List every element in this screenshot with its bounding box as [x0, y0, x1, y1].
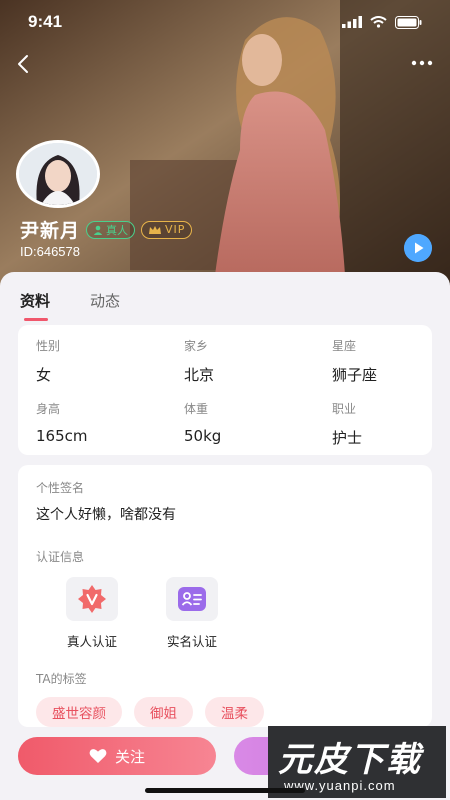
info-label: 性别: [36, 339, 61, 353]
home-indicator: [145, 788, 305, 793]
info-weight: 体重 50kg: [184, 400, 332, 463]
real-person-verified-icon: [78, 585, 106, 613]
info-value: 女: [36, 366, 52, 384]
verification-label: 真人认证: [66, 634, 117, 649]
info-value: 护士: [332, 429, 363, 447]
profile-hero: 9:41 尹新月 真人 VIP ID:646578: [0, 0, 450, 300]
tab-moments[interactable]: 动态: [90, 290, 120, 311]
basic-info-card: 性别 女 家乡 北京 星座 狮子座 身高 165cm 体重 50kg 职业 护士: [18, 325, 432, 455]
back-icon[interactable]: [12, 52, 36, 76]
verification-real-name[interactable]: 实名认证: [162, 577, 222, 650]
info-value: 165cm: [36, 427, 88, 445]
tag-chip[interactable]: 温柔: [205, 697, 264, 727]
tab-moments-label: 动态: [90, 292, 121, 310]
watermark-title: 元皮下载: [278, 740, 422, 780]
signal-icon: [342, 16, 362, 28]
verification-list: 真人认证 实名认证: [36, 577, 414, 650]
profile-sheet: 资料 动态 性别 女 家乡 北京 星座 狮子座 身高 165cm 体重 50kg…: [0, 272, 450, 800]
tag-chip[interactable]: 御姐: [134, 697, 193, 727]
real-person-badge-label: 真人: [106, 223, 129, 237]
tags-title: TA的标签: [36, 672, 87, 686]
info-label: 职业: [332, 402, 357, 416]
id-card-icon: [178, 587, 206, 611]
info-label: 星座: [332, 339, 357, 353]
info-gender: 性别 女: [36, 337, 184, 400]
profile-name-row: 尹新月 真人 VIP: [20, 216, 193, 243]
follow-button[interactable]: 关注: [18, 737, 216, 775]
battery-icon: [395, 15, 422, 29]
status-time: 9:41: [28, 12, 63, 31]
verification-real-person[interactable]: 真人认证: [62, 577, 122, 650]
info-zodiac: 星座 狮子座: [332, 337, 450, 400]
verification-label: 实名认证: [166, 634, 217, 649]
profile-name: 尹新月: [20, 220, 81, 242]
heart-icon: [89, 749, 107, 763]
vip-badge: VIP: [141, 220, 193, 239]
follow-button-label: 关注: [114, 747, 145, 766]
info-value: 50kg: [184, 427, 222, 445]
vip-badge-label: VIP: [165, 223, 186, 236]
tab-active-indicator: [24, 318, 48, 321]
user-id: ID:646578: [20, 244, 80, 259]
info-label: 体重: [184, 402, 209, 416]
avatar[interactable]: [16, 140, 100, 208]
info-hometown: 家乡 北京: [184, 337, 332, 400]
crown-icon: [149, 225, 162, 234]
signature-title: 个性签名: [36, 481, 85, 495]
info-label: 身高: [36, 402, 61, 416]
signature-text: 这个人好懒，啥都没有: [36, 507, 176, 523]
info-value: 狮子座: [332, 366, 378, 384]
info-label: 家乡: [184, 339, 209, 353]
verification-title: 认证信息: [36, 550, 85, 564]
status-bar: 9:41: [0, 0, 450, 44]
profile-tabs: 资料 动态: [20, 290, 120, 321]
more-options-icon[interactable]: [410, 55, 434, 71]
avatar-portrait: [19, 143, 97, 205]
real-person-badge: 真人: [86, 220, 136, 239]
person-icon: [93, 225, 103, 235]
tab-profile-info-label: 资料: [20, 292, 51, 310]
wifi-icon: [370, 16, 387, 28]
info-height: 身高 165cm: [36, 400, 184, 463]
detail-card: 个性签名 这个人好懒，啥都没有 认证信息 真人认证 实名认证 TA的标签 盛世容…: [18, 465, 432, 727]
info-occupation: 职业 护士: [332, 400, 450, 463]
tab-profile-info[interactable]: 资料: [20, 290, 51, 321]
info-value: 北京: [184, 366, 215, 384]
tags-list: 盛世容颜 御姐 温柔: [36, 697, 414, 727]
play-video-icon[interactable]: [404, 234, 432, 262]
tag-chip[interactable]: 盛世容颜: [36, 697, 122, 727]
